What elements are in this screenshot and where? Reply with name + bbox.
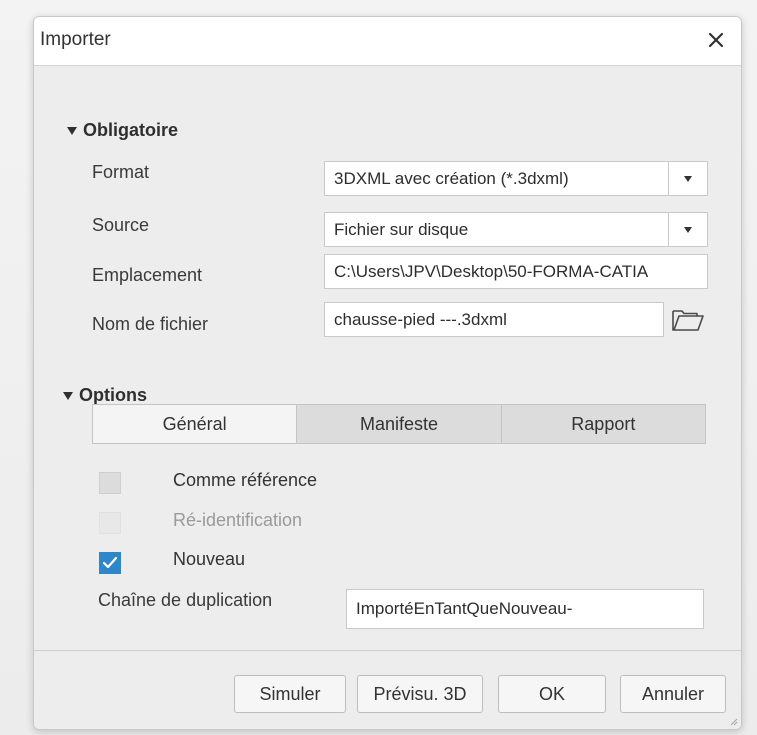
dup-chain-label: Chaîne de duplication	[98, 590, 273, 610]
resize-grip-icon[interactable]	[728, 716, 738, 726]
location-label: Emplacement	[92, 265, 203, 285]
filename-label: Nom de fichier	[92, 314, 209, 334]
tab-general[interactable]: Général	[93, 405, 297, 443]
checkmark-icon	[102, 556, 118, 569]
section-options-label: Options	[79, 385, 147, 405]
dialog-titlebar: Importer	[34, 17, 741, 66]
close-button[interactable]	[699, 23, 733, 57]
browse-button[interactable]	[668, 302, 708, 337]
source-select[interactable]: Fichier sur disque	[324, 212, 708, 247]
collapse-triangle-icon	[67, 126, 77, 135]
tab-report[interactable]: Rapport	[500, 405, 705, 443]
section-required-label: Obligatoire	[83, 120, 179, 140]
format-dropdown-button[interactable]	[668, 162, 707, 195]
simulate-button[interactable]: Simuler	[234, 675, 346, 713]
format-label: Format	[92, 162, 150, 182]
dialog-title: Importer	[40, 29, 111, 50]
cancel-button[interactable]: Annuler	[620, 675, 726, 713]
dialog-footer: Simuler Prévisu. 3D OK Annuler	[34, 651, 741, 729]
re-identification-label: Ré-identification	[173, 510, 303, 530]
dialog-body: Obligatoire Format 3DXML avec création (…	[34, 66, 741, 651]
chevron-down-icon	[684, 175, 692, 182]
section-required[interactable]: Obligatoire	[67, 120, 178, 141]
tab-manifest[interactable]: Manifeste	[296, 405, 501, 443]
preview-3d-button[interactable]: Prévisu. 3D	[357, 675, 483, 713]
dup-chain-field[interactable]: ImportéEnTantQueNouveau-	[346, 589, 704, 629]
collapse-triangle-icon	[63, 391, 73, 400]
as-reference-checkbox[interactable]	[99, 472, 121, 494]
new-label: Nouveau	[173, 549, 246, 569]
close-icon	[708, 32, 724, 48]
as-reference-label: Comme référence	[173, 470, 318, 490]
filename-field[interactable]: chausse-pied ---.3dxml	[324, 302, 664, 337]
chevron-down-icon	[684, 226, 692, 233]
source-label: Source	[92, 215, 150, 235]
format-select[interactable]: 3DXML avec création (*.3dxml)	[324, 161, 708, 196]
new-checkbox[interactable]	[99, 552, 121, 574]
section-options[interactable]: Options	[63, 385, 147, 406]
re-identification-checkbox	[99, 512, 121, 534]
source-value: Fichier sur disque	[334, 219, 469, 239]
import-dialog: Importer Obligatoire Format 3DXML avec c…	[33, 16, 742, 730]
format-value: 3DXML avec création (*.3dxml)	[334, 168, 569, 188]
folder-open-icon	[672, 309, 704, 331]
ok-button[interactable]: OK	[498, 675, 606, 713]
source-dropdown-button[interactable]	[668, 213, 707, 246]
location-field[interactable]: C:\Users\JPV\Desktop\50-FORMA-CATIA	[324, 254, 708, 289]
options-tabs: Général Manifeste Rapport	[92, 404, 706, 444]
